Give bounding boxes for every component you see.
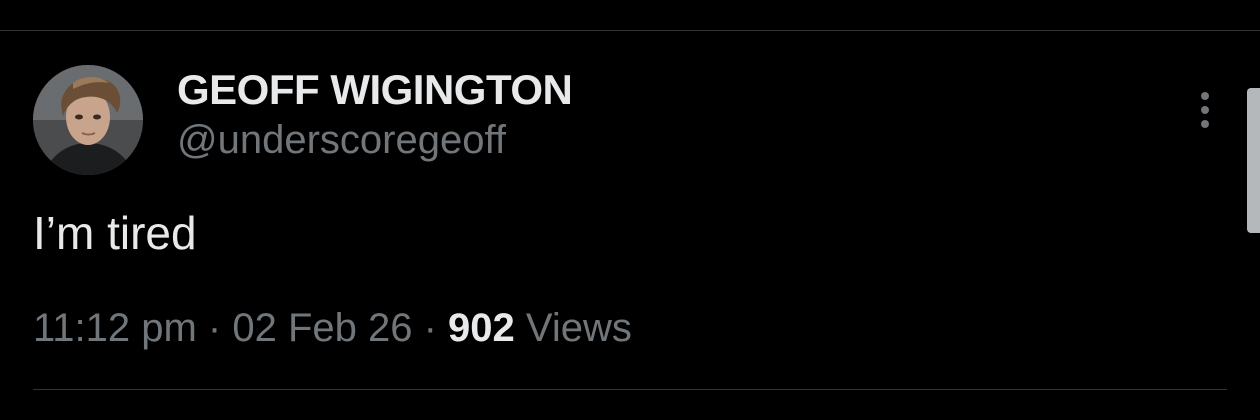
author-display-name[interactable]: GEOFF WIGINGTON [177,66,573,114]
more-options-button[interactable] [1190,88,1220,132]
meta-separator: · [412,306,449,350]
scrollbar[interactable] [1247,88,1260,233]
views-label: Views [514,306,632,350]
tweet-time[interactable]: 11:12 pm [33,306,197,350]
avatar[interactable] [33,65,143,175]
more-vertical-icon [1201,120,1209,128]
tweet-date[interactable]: 02 Feb 26 [232,306,412,350]
bottom-divider [33,389,1227,390]
tweet-text: I’m tired [33,207,197,259]
tweet-metadata: 11:12 pm · 02 Feb 26 · 902 Views [33,306,632,351]
top-divider [0,30,1260,31]
more-vertical-icon [1201,92,1209,100]
author-handle[interactable]: @underscoregeoff [177,118,506,163]
more-vertical-icon [1201,106,1209,114]
meta-separator: · [196,306,233,350]
views-count[interactable]: 902 [448,306,515,350]
avatar-photo [33,65,143,175]
